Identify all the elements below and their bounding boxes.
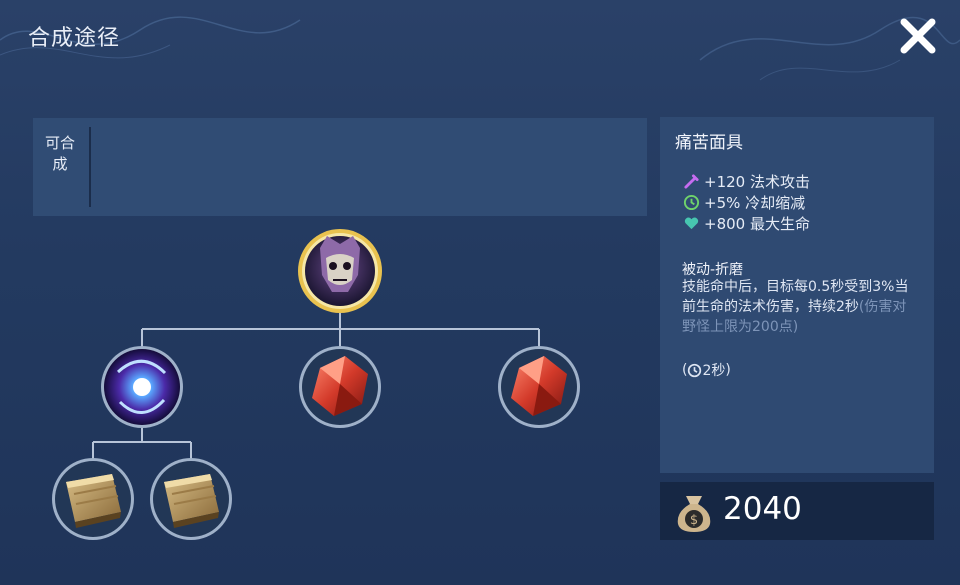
stat-cooldown: +5% 冷却缩减 (683, 192, 805, 213)
cooldown-icon (688, 363, 702, 377)
recipe-red-crystal-icon[interactable] (299, 346, 381, 428)
stat-text: +800 最大生命 (704, 215, 810, 233)
stat-text: +120 法术攻击 (704, 173, 810, 191)
item-price: 2040 (723, 491, 802, 527)
passive-title: 被动-折磨 (682, 262, 744, 278)
heart-icon (684, 217, 699, 230)
stat-magic-attack: +120 法术攻击 (683, 171, 810, 192)
svg-text:$: $ (690, 513, 698, 528)
cooldown-icon (683, 194, 700, 211)
item-name: 痛苦面具 (675, 133, 743, 153)
recipe-root-mask-icon[interactable] (298, 229, 382, 313)
cooldown-value: 2秒 (702, 363, 726, 379)
magic-attack-icon (684, 174, 699, 189)
gold-bag-icon: $ (677, 496, 711, 532)
recipe-wooden-tome-icon[interactable] (52, 458, 134, 540)
passive-description: 技能命中后，目标每0.5秒受到3%当前生命的法术伤害，持续2秒(伤害对野怪上限为… (682, 277, 918, 337)
passive-cooldown: ( 2秒 ) (682, 362, 731, 379)
stat-text: +5% 冷却缩减 (704, 194, 806, 212)
stat-max-health: +800 最大生命 (683, 213, 810, 234)
synthesis-window: 合成途径 可合成 痛苦面具 +120 法术攻击 +5% 冷却缩减 +800 最大… (0, 0, 960, 585)
recipe-wooden-tome-icon[interactable] (150, 458, 232, 540)
recipe-red-crystal-icon[interactable] (498, 346, 580, 428)
recipe-arcane-orb-icon[interactable] (101, 346, 183, 428)
